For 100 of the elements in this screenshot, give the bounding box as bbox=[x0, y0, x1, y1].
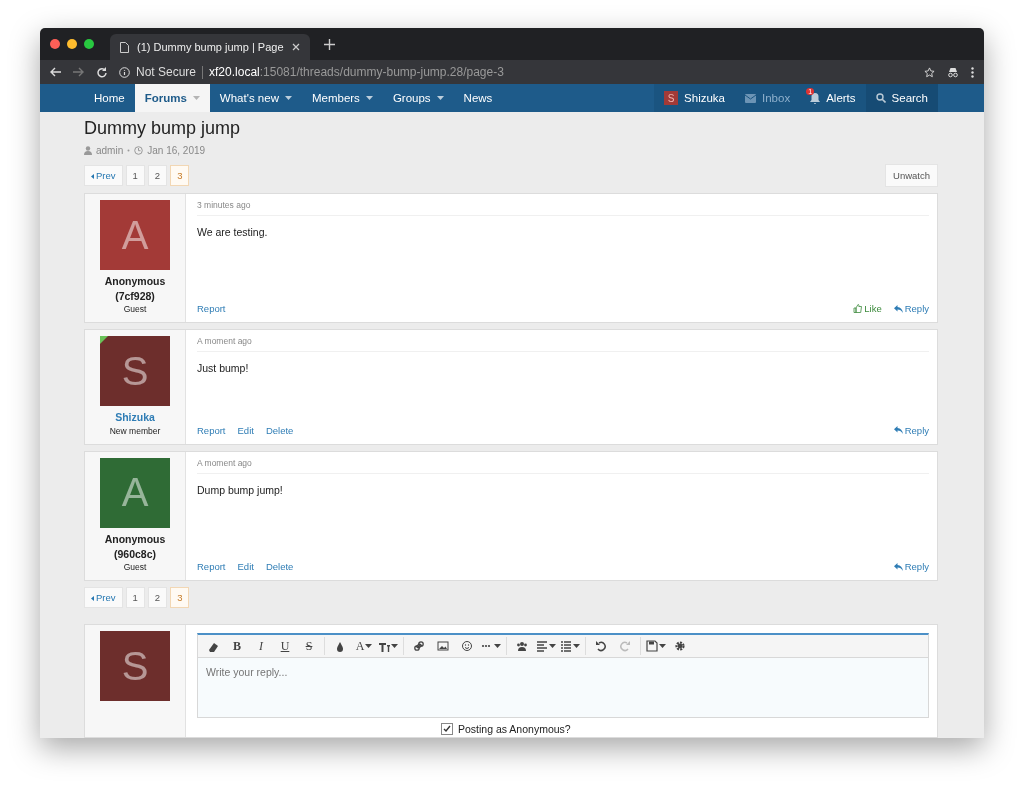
nav-tab[interactable]: What's new bbox=[209, 84, 302, 112]
page-button[interactable]: 2 bbox=[147, 165, 168, 186]
caret-icon bbox=[659, 643, 666, 649]
underline-tool-button[interactable]: U bbox=[274, 636, 296, 657]
caret-icon bbox=[192, 95, 200, 101]
user-avatar[interactable]: S bbox=[100, 631, 170, 702]
username[interactable]: Shizuka bbox=[95, 410, 175, 426]
caret-icon bbox=[549, 643, 556, 649]
caret-icon bbox=[391, 643, 398, 649]
gear-icon bbox=[674, 640, 686, 653]
page-button[interactable]: 2 bbox=[147, 587, 168, 609]
user-avatar[interactable]: A bbox=[100, 457, 170, 528]
search-icon bbox=[875, 93, 886, 103]
smile-icon bbox=[461, 640, 473, 653]
reply-arrow-icon bbox=[893, 562, 903, 571]
new-tab-icon[interactable] bbox=[324, 38, 335, 50]
nav-tab[interactable]: Home bbox=[84, 84, 135, 112]
dot-separator-icon bbox=[127, 149, 131, 152]
browser-tab[interactable]: (1) Dummy bump jump | Page bbox=[110, 34, 310, 60]
user-title: Guest bbox=[123, 304, 147, 315]
user-avatar: S bbox=[664, 91, 679, 105]
page-button[interactable]: 1 bbox=[125, 587, 145, 609]
user-icon bbox=[84, 146, 92, 155]
page-button[interactable]: 1 bbox=[125, 165, 145, 186]
page-button[interactable]: 3 bbox=[170, 587, 190, 609]
search-button[interactable]: Search bbox=[865, 84, 938, 112]
caret-icon bbox=[573, 643, 580, 649]
back-icon[interactable] bbox=[50, 67, 61, 77]
anonymous-checkbox[interactable] bbox=[441, 723, 453, 736]
account-link[interactable]: S Shizuka bbox=[654, 84, 735, 112]
maximize-window-icon[interactable] bbox=[84, 39, 94, 49]
reply-link[interactable]: Reply bbox=[893, 303, 929, 315]
page-button[interactable]: 3 bbox=[170, 165, 190, 186]
post-time[interactable]: A moment ago bbox=[197, 336, 929, 353]
nav-tab[interactable]: News bbox=[453, 84, 503, 112]
page-icon bbox=[120, 41, 129, 53]
post-action-link[interactable]: Report bbox=[197, 424, 226, 436]
unwatch-button[interactable]: Unwatch bbox=[885, 164, 938, 187]
post-action-link[interactable]: Edit bbox=[237, 424, 254, 436]
reply-field[interactable]: Write your reply... bbox=[197, 658, 929, 719]
reply-arrow-icon bbox=[893, 426, 903, 435]
bell-icon bbox=[810, 92, 821, 104]
reply-link[interactable]: Reply bbox=[893, 424, 929, 436]
post-time[interactable]: A moment ago bbox=[197, 457, 929, 474]
clock-icon bbox=[134, 146, 144, 155]
info-icon bbox=[119, 66, 130, 78]
link-icon bbox=[413, 640, 425, 653]
nav-tab[interactable]: Groups bbox=[382, 84, 454, 112]
strike-tool-button[interactable]: S bbox=[298, 636, 320, 657]
post-message: Just bump! bbox=[197, 362, 250, 377]
nav-tab[interactable]: Forums bbox=[134, 84, 210, 112]
thumbs-up-icon bbox=[853, 304, 863, 314]
thread-date: Jan 16, 2019 bbox=[147, 145, 206, 156]
caret-icon bbox=[494, 643, 501, 649]
post-action-link[interactable]: Report bbox=[197, 561, 226, 573]
bold-tool-button[interactable]: B bbox=[226, 636, 248, 657]
menu-icon[interactable] bbox=[971, 66, 974, 78]
post-action-link[interactable]: Delete bbox=[265, 561, 294, 573]
list-icon bbox=[560, 640, 572, 653]
incognito-icon[interactable] bbox=[947, 66, 959, 78]
caret-icon bbox=[436, 95, 444, 101]
prev-page-button[interactable]: Prev bbox=[84, 165, 123, 186]
user-avatar[interactable]: A bbox=[100, 200, 170, 270]
close-window-icon[interactable] bbox=[50, 39, 60, 49]
post-message: We are testing. bbox=[197, 226, 269, 240]
envelope-icon bbox=[745, 93, 756, 103]
users-icon bbox=[516, 640, 528, 653]
nav-tab[interactable]: Members bbox=[301, 84, 383, 112]
fontsize-icon bbox=[378, 640, 390, 653]
forward-icon[interactable] bbox=[73, 67, 84, 77]
user-avatar[interactable]: S bbox=[100, 336, 170, 407]
caret-left-icon bbox=[91, 174, 94, 179]
star-icon[interactable] bbox=[924, 66, 935, 78]
username: Anonymous (960c8c) bbox=[103, 531, 167, 562]
thread-author[interactable]: admin bbox=[96, 145, 124, 156]
security-label: Not Secure bbox=[136, 65, 197, 79]
minimize-window-icon[interactable] bbox=[67, 39, 77, 49]
reply-link[interactable]: Reply bbox=[893, 561, 929, 573]
post-time[interactable]: 3 minutes ago bbox=[197, 200, 929, 216]
url-path: :15081/threads/dummy-bump-jump.28/page-3 bbox=[259, 65, 504, 79]
reload-icon[interactable] bbox=[96, 66, 107, 78]
reply-arrow-icon bbox=[893, 304, 903, 313]
post-action-link[interactable]: Edit bbox=[237, 561, 254, 573]
user-title: Guest bbox=[123, 562, 147, 573]
caret-left-icon bbox=[91, 596, 94, 602]
image-icon bbox=[437, 640, 449, 653]
anonymous-option-label[interactable]: Posting as Anonymous? bbox=[458, 723, 571, 736]
font-tool-button[interactable]: A bbox=[353, 636, 375, 657]
undo-icon bbox=[595, 640, 607, 653]
caret-icon bbox=[365, 95, 373, 101]
close-icon[interactable] bbox=[292, 43, 300, 51]
like-link[interactable]: Like bbox=[853, 303, 882, 315]
user-title: New member bbox=[109, 425, 161, 436]
url-host: xf20.local bbox=[209, 65, 260, 79]
italic-tool-button[interactable]: I bbox=[250, 636, 272, 657]
post-action-link[interactable]: Report bbox=[197, 303, 226, 315]
caret-icon bbox=[365, 643, 373, 649]
prev-page-button[interactable]: Prev bbox=[84, 587, 123, 609]
caret-icon bbox=[284, 95, 292, 101]
post-action-link[interactable]: Delete bbox=[265, 424, 294, 436]
